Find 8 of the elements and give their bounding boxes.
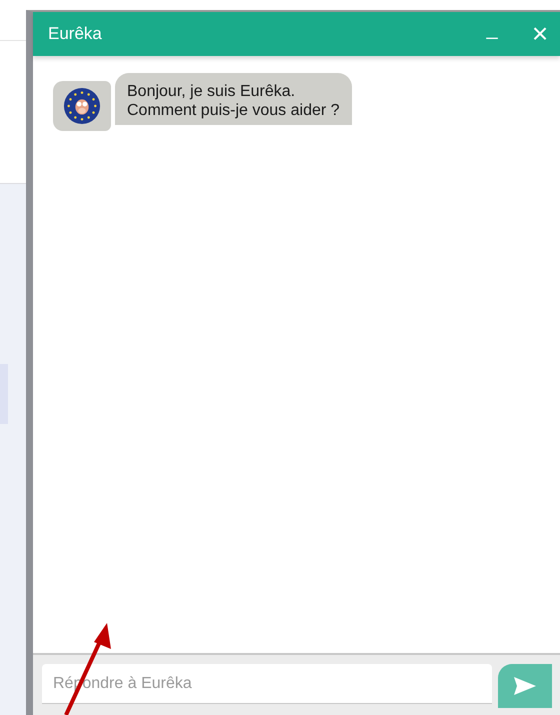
- owl-avatar-icon: [63, 87, 101, 125]
- send-icon: [513, 676, 537, 696]
- message-text: Comment puis-je vous aider ?: [127, 101, 340, 120]
- close-button[interactable]: ×: [528, 20, 552, 48]
- minimize-button[interactable]: _: [480, 19, 504, 39]
- window-title: Eurêka: [48, 24, 103, 44]
- message-text: Bonjour, je suis Eurêka.: [127, 82, 296, 101]
- send-button[interactable]: [498, 664, 552, 708]
